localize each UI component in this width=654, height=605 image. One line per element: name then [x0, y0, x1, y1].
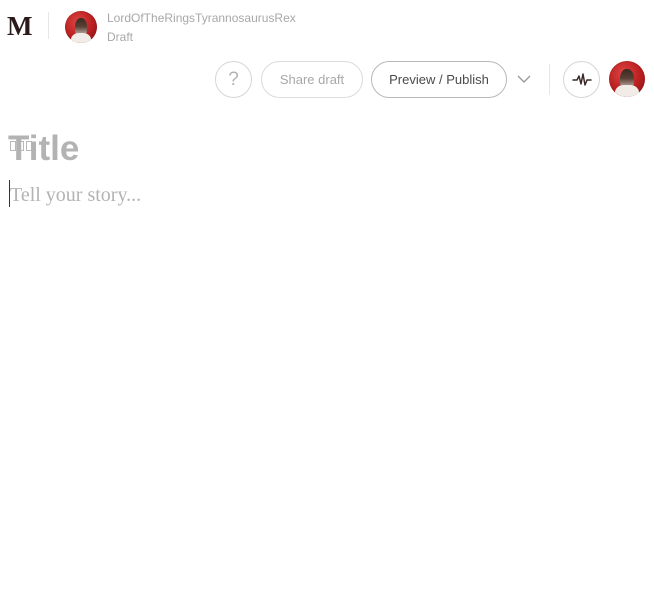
title-placeholder[interactable]: Title — [8, 129, 79, 169]
share-draft-label: Share draft — [279, 72, 345, 87]
avatar-body — [70, 32, 92, 43]
chevron-down-icon — [517, 75, 531, 83]
actions-divider — [549, 64, 550, 95]
header-divider — [48, 12, 49, 39]
editor-page: M LordOfTheRingsTyrannosaurusRex Draft ?… — [0, 0, 654, 605]
preview-publish-label: Preview / Publish — [389, 72, 489, 87]
preview-publish-button[interactable]: Preview / Publish — [371, 61, 507, 98]
help-button[interactable]: ? — [215, 61, 252, 98]
activity-button[interactable] — [563, 61, 600, 98]
author-name[interactable]: LordOfTheRingsTyrannosaurusRex — [107, 11, 296, 26]
user-menu-avatar[interactable] — [609, 61, 645, 97]
story-body-placeholder[interactable]: Tell your story... — [10, 182, 141, 208]
draft-status: Draft — [107, 30, 134, 44]
author-avatar[interactable] — [65, 11, 97, 43]
medium-logo[interactable]: M — [7, 12, 33, 40]
share-draft-button[interactable]: Share draft — [261, 61, 363, 98]
more-options-button[interactable] — [513, 69, 535, 89]
avatar-body — [615, 85, 639, 97]
help-label: ? — [228, 68, 239, 90]
pulse-icon — [571, 72, 592, 86]
